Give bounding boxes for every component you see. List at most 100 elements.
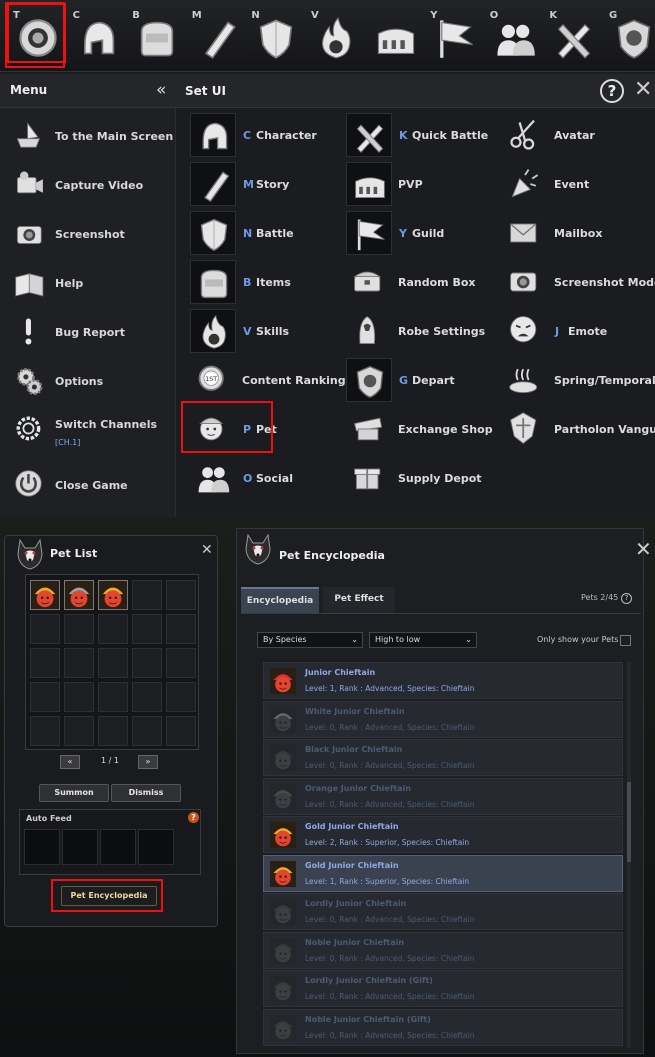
set-ui-item[interactable]: V Skills — [178, 307, 333, 353]
menu-item[interactable]: Capture Video — [0, 163, 176, 209]
hotbar-slot[interactable] — [363, 2, 423, 68]
pet-slot[interactable] — [30, 648, 60, 678]
set-ui-item[interactable]: N Battle — [178, 209, 333, 255]
set-ui-item[interactable]: Supply Depot — [334, 454, 489, 500]
set-ui-item[interactable]: B Items — [178, 258, 333, 304]
hotbar-slot[interactable]: M — [184, 2, 244, 68]
set-ui-item[interactable]: K Quick Battle — [334, 111, 489, 157]
set-ui-item[interactable]: Y Guild — [334, 209, 489, 255]
pet-slot[interactable] — [132, 648, 162, 678]
set-ui-item-label: Emote — [568, 325, 608, 338]
menu-item[interactable]: Switch Channels [CH.1] — [0, 408, 176, 454]
pet-slot[interactable] — [132, 716, 162, 746]
auto-feed-slot[interactable] — [62, 829, 98, 865]
pet-slot[interactable] — [166, 682, 196, 712]
pet-slot[interactable] — [132, 580, 162, 610]
menu-item[interactable]: Bug Report — [0, 310, 176, 356]
encyclopedia-close-button[interactable]: ✕ — [635, 537, 652, 561]
hotbar-slot[interactable]: V — [303, 2, 363, 68]
summon-button[interactable]: Summon — [39, 784, 109, 802]
prev-page-button[interactable]: « — [60, 755, 80, 769]
menu-item[interactable]: Options — [0, 359, 176, 405]
set-ui-item[interactable]: Random Box — [334, 258, 489, 304]
set-ui-item[interactable]: Mailbox — [490, 209, 645, 255]
pet-slot[interactable] — [64, 716, 94, 746]
set-ui-item[interactable]: Event — [490, 160, 645, 206]
pet-row[interactable]: Junior Chieftain Level: 1, Rank : Advance… — [263, 662, 623, 699]
set-ui-item[interactable]: O Social — [178, 454, 333, 500]
collapse-menu-button[interactable]: « — [156, 80, 166, 100]
pet-row[interactable]: Gold Junior Chieftain Level: 1, Rank : Su… — [263, 854, 623, 892]
pet-slot[interactable] — [166, 614, 196, 644]
order-sort-dropdown[interactable]: High to low ⌄ — [369, 632, 477, 648]
set-ui-item[interactable]: Avatar — [490, 111, 645, 157]
pet-row[interactable]: White Junior Chieftain Level: 0, Rank : A… — [263, 700, 623, 738]
page-indicator: 1 / 1 — [101, 756, 119, 765]
pet-slot[interactable] — [166, 716, 196, 746]
set-ui-item[interactable]: Spring/Temporal — [490, 356, 655, 402]
pet-slot[interactable] — [98, 580, 128, 610]
pet-slot[interactable] — [30, 614, 60, 644]
menu-item[interactable]: Close Game — [0, 463, 176, 509]
pet-slot[interactable] — [30, 580, 60, 610]
set-ui-item[interactable]: J Emote — [490, 307, 645, 353]
close-button[interactable]: ✕ — [634, 77, 652, 102]
auto-feed-slot[interactable] — [24, 829, 60, 865]
help-icon[interactable]: ? — [621, 593, 632, 604]
pet-row[interactable]: Lordly Junior Chieftain (Gift) Level: 0, … — [263, 970, 623, 1007]
menu-item[interactable]: Screenshot — [0, 212, 176, 258]
pet-row[interactable]: Black Junior Chieftain Level: 0, Rank : A… — [263, 739, 623, 776]
hotbar-slot[interactable]: K — [541, 2, 601, 68]
hotbar-slot[interactable]: G — [601, 2, 655, 68]
pet-slot[interactable] — [166, 580, 196, 610]
pet-slot[interactable] — [166, 648, 196, 678]
scrollbar-thumb[interactable] — [627, 782, 631, 862]
set-ui-item[interactable]: G Depart — [334, 356, 489, 402]
scrollbar[interactable] — [627, 662, 631, 1048]
pet-slot[interactable] — [30, 682, 60, 712]
pet-row[interactable]: Gold Junior Chieftain Level: 2, Rank : Su… — [263, 816, 623, 853]
pet-slot[interactable] — [132, 614, 162, 644]
menu-item[interactable]: To the Main Screen — [0, 114, 176, 160]
pet-row[interactable]: Noble Junior Chieftain Level: 0, Rank : A… — [263, 931, 623, 969]
pet-row[interactable]: Orange Junior Chieftain Level: 0, Rank : … — [263, 777, 623, 815]
set-ui-item[interactable]: Screenshot Mode — [490, 258, 655, 304]
species-sort-dropdown[interactable]: By Species ⌄ — [257, 632, 363, 648]
hotbar-slot[interactable]: C — [65, 2, 125, 68]
pet-slot[interactable] — [132, 682, 162, 712]
pet-row[interactable]: Lordly Junior Chieftain Level: 0, Rank : … — [263, 893, 623, 930]
pet-slot[interactable] — [98, 716, 128, 746]
set-ui-item[interactable]: M Story — [178, 160, 333, 206]
set-ui-item[interactable]: Exchange Shop — [334, 405, 493, 451]
set-ui-item[interactable]: C Character — [178, 111, 333, 157]
pet-slot[interactable] — [30, 716, 60, 746]
hotbar-slot[interactable]: Y — [422, 2, 482, 68]
pet-slot[interactable] — [64, 580, 94, 610]
pet-slot[interactable] — [98, 648, 128, 678]
set-ui-item[interactable]: Partholon Vangu — [490, 405, 655, 451]
set-ui-item[interactable]: 1ST Content Ranking — [178, 356, 346, 402]
dismiss-button[interactable]: Dismiss — [111, 784, 181, 802]
next-page-button[interactable]: » — [138, 755, 158, 769]
hotbar-slot[interactable]: O — [482, 2, 542, 68]
auto-feed-slot[interactable] — [100, 829, 136, 865]
pet-slot[interactable] — [98, 614, 128, 644]
pet-slot[interactable] — [64, 682, 94, 712]
help-button[interactable]: ? — [600, 79, 624, 103]
pet-slot[interactable] — [64, 648, 94, 678]
hotbar-slot[interactable]: B — [124, 2, 184, 68]
pet-slot[interactable] — [98, 682, 128, 712]
book-icon — [15, 273, 44, 297]
pet-slot[interactable] — [64, 614, 94, 644]
set-ui-item[interactable]: Robe Settings — [334, 307, 489, 353]
tab-pet-effect[interactable]: Pet Effect — [323, 587, 395, 613]
info-icon[interactable]: ? — [188, 812, 199, 823]
tab-encyclopedia[interactable]: Encyclopedia — [241, 587, 319, 613]
set-ui-item[interactable]: PVP — [334, 160, 489, 206]
pet-list-close-button[interactable]: ✕ — [201, 542, 213, 558]
only-show-checkbox[interactable] — [620, 635, 631, 646]
menu-item[interactable]: Help — [0, 261, 176, 307]
hotbar-slot[interactable]: N — [243, 2, 303, 68]
pet-row[interactable]: Noble Junior Chieftain (Gift) Level: 0, R… — [263, 1008, 623, 1046]
auto-feed-slot[interactable] — [138, 829, 174, 865]
